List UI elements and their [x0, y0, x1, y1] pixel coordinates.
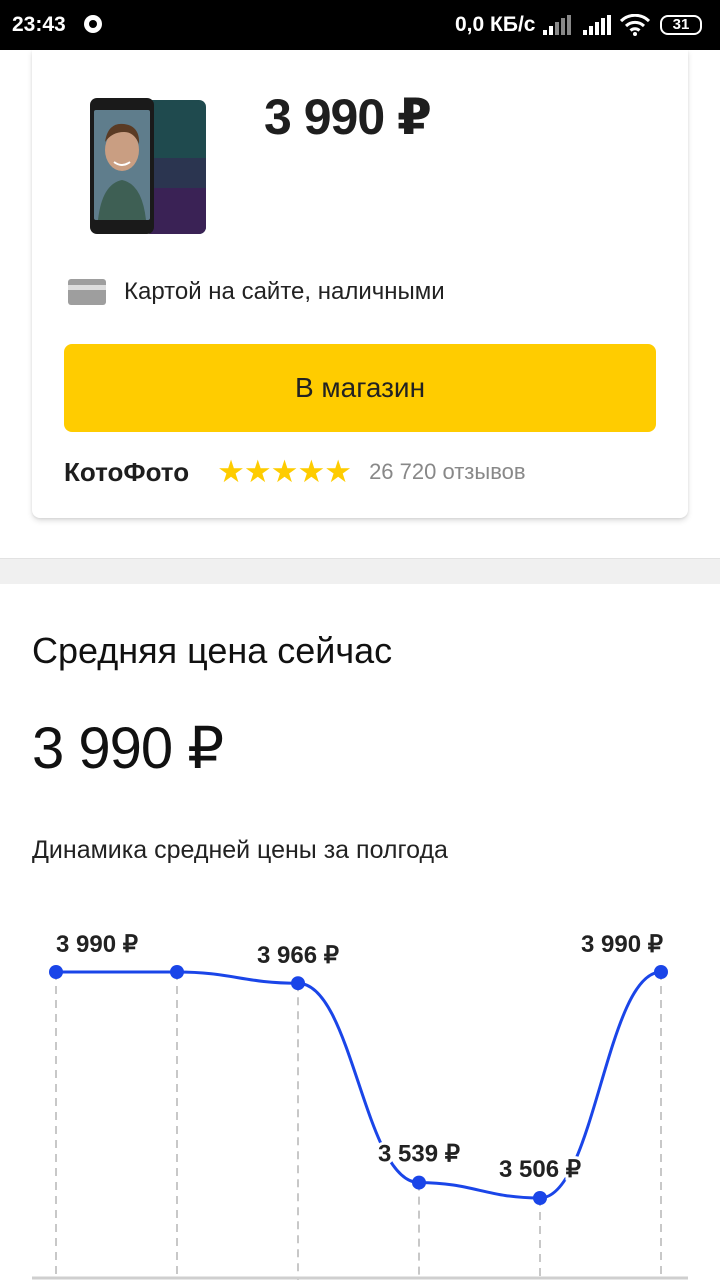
status-bar: 23:43 0,0 КБ/с 31 — [0, 0, 720, 50]
go-to-store-button[interactable]: В магазин — [64, 344, 656, 432]
data-label: 3 539 ₽ — [378, 1141, 460, 1168]
offer-section: 3 990 ₽ Картой на сайте, наличными В маг… — [0, 50, 720, 560]
network-speed: 0,0 КБ/с — [455, 13, 536, 36]
data-label: 3 990 ₽ — [581, 931, 663, 958]
data-point[interactable] — [170, 965, 184, 979]
data-point[interactable] — [412, 1175, 426, 1190]
star-icon: ★ — [243, 454, 272, 489]
section-divider — [0, 558, 720, 584]
data-label: 3 966 ₽ — [257, 942, 339, 969]
rating-stars: ★ ★ ★ ★ ★ — [217, 454, 353, 489]
shop-info: КотоФото ★ ★ ★ ★ ★ 26 720 отзывов — [64, 456, 526, 488]
signal-icon — [583, 15, 611, 35]
price-chart[interactable]: 3 990 ₽ 3 966 ₽ 3 539 ₽ 3 506 ₽ 3 990 ₽ — [0, 900, 720, 1280]
data-point[interactable] — [49, 965, 63, 979]
average-price: 3 990 ₽ — [32, 716, 224, 781]
wifi-icon — [620, 14, 650, 36]
section-title: Средняя цена сейчас — [32, 630, 393, 671]
battery-icon: 31 — [660, 15, 702, 35]
shop-name[interactable]: КотоФото — [64, 457, 189, 488]
data-point[interactable] — [654, 965, 668, 979]
reviews-link[interactable]: 26 720 отзывов — [369, 459, 526, 485]
average-price-section: Средняя цена сейчас 3 990 ₽ Динамика сре… — [0, 584, 720, 1280]
star-icon: ★ — [217, 454, 245, 489]
data-point[interactable] — [533, 1191, 547, 1205]
notification-icon — [84, 15, 102, 33]
star-icon: ★ — [270, 454, 299, 489]
signal-icon — [543, 15, 571, 35]
credit-card-icon — [68, 279, 106, 305]
offer-card: 3 990 ₽ Картой на сайте, наличными В маг… — [32, 50, 688, 518]
payment-methods: Картой на сайте, наличными — [68, 278, 445, 306]
data-label: 3 990 ₽ — [56, 931, 138, 958]
star-icon: ★ — [297, 454, 326, 489]
data-label: 3 506 ₽ — [499, 1156, 581, 1183]
clock: 23:43 — [12, 13, 66, 36]
chart-caption: Динамика средней цены за полгода — [32, 836, 448, 864]
payment-text: Картой на сайте, наличными — [124, 278, 445, 305]
offer-price: 3 990 ₽ — [264, 89, 432, 145]
product-image[interactable] — [88, 98, 210, 238]
data-point[interactable] — [291, 976, 305, 991]
star-icon: ★ — [324, 454, 353, 489]
